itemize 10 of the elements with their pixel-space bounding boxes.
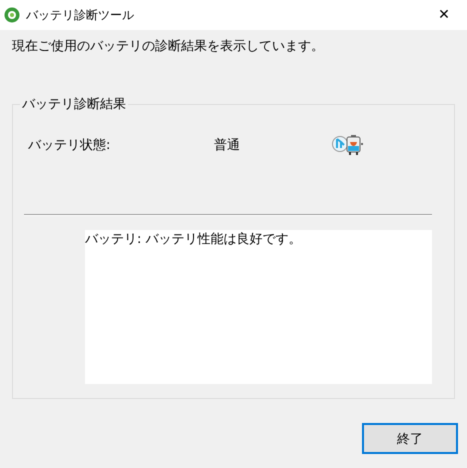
- window-title: バッテリ診断ツール: [26, 6, 135, 24]
- group-title: バッテリ診断結果: [20, 96, 128, 113]
- result-text: バッテリ: バッテリ性能は良好です。: [85, 232, 302, 247]
- status-value: 普通: [214, 136, 241, 154]
- status-label: バッテリ状態:: [27, 137, 112, 154]
- battery-character-icon: [332, 134, 366, 156]
- description-text: 現在ご使用のバッテリの診断結果を表示しています。: [12, 38, 325, 56]
- app-icon: [4, 7, 20, 23]
- close-button[interactable]: ✕: [421, 7, 467, 23]
- exit-button[interactable]: 終了: [362, 423, 458, 454]
